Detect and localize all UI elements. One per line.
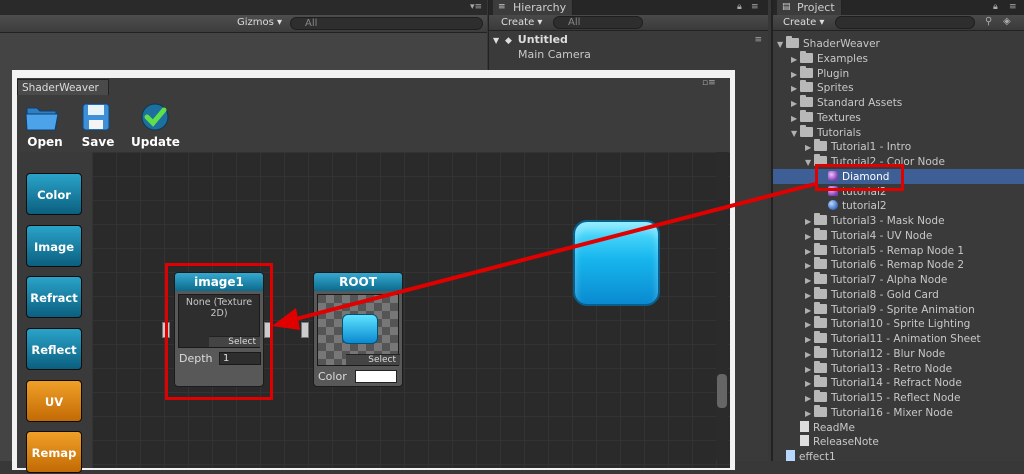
arrow-head	[272, 308, 300, 330]
annotation-arrow	[272, 182, 816, 330]
arrow-line	[291, 182, 816, 322]
